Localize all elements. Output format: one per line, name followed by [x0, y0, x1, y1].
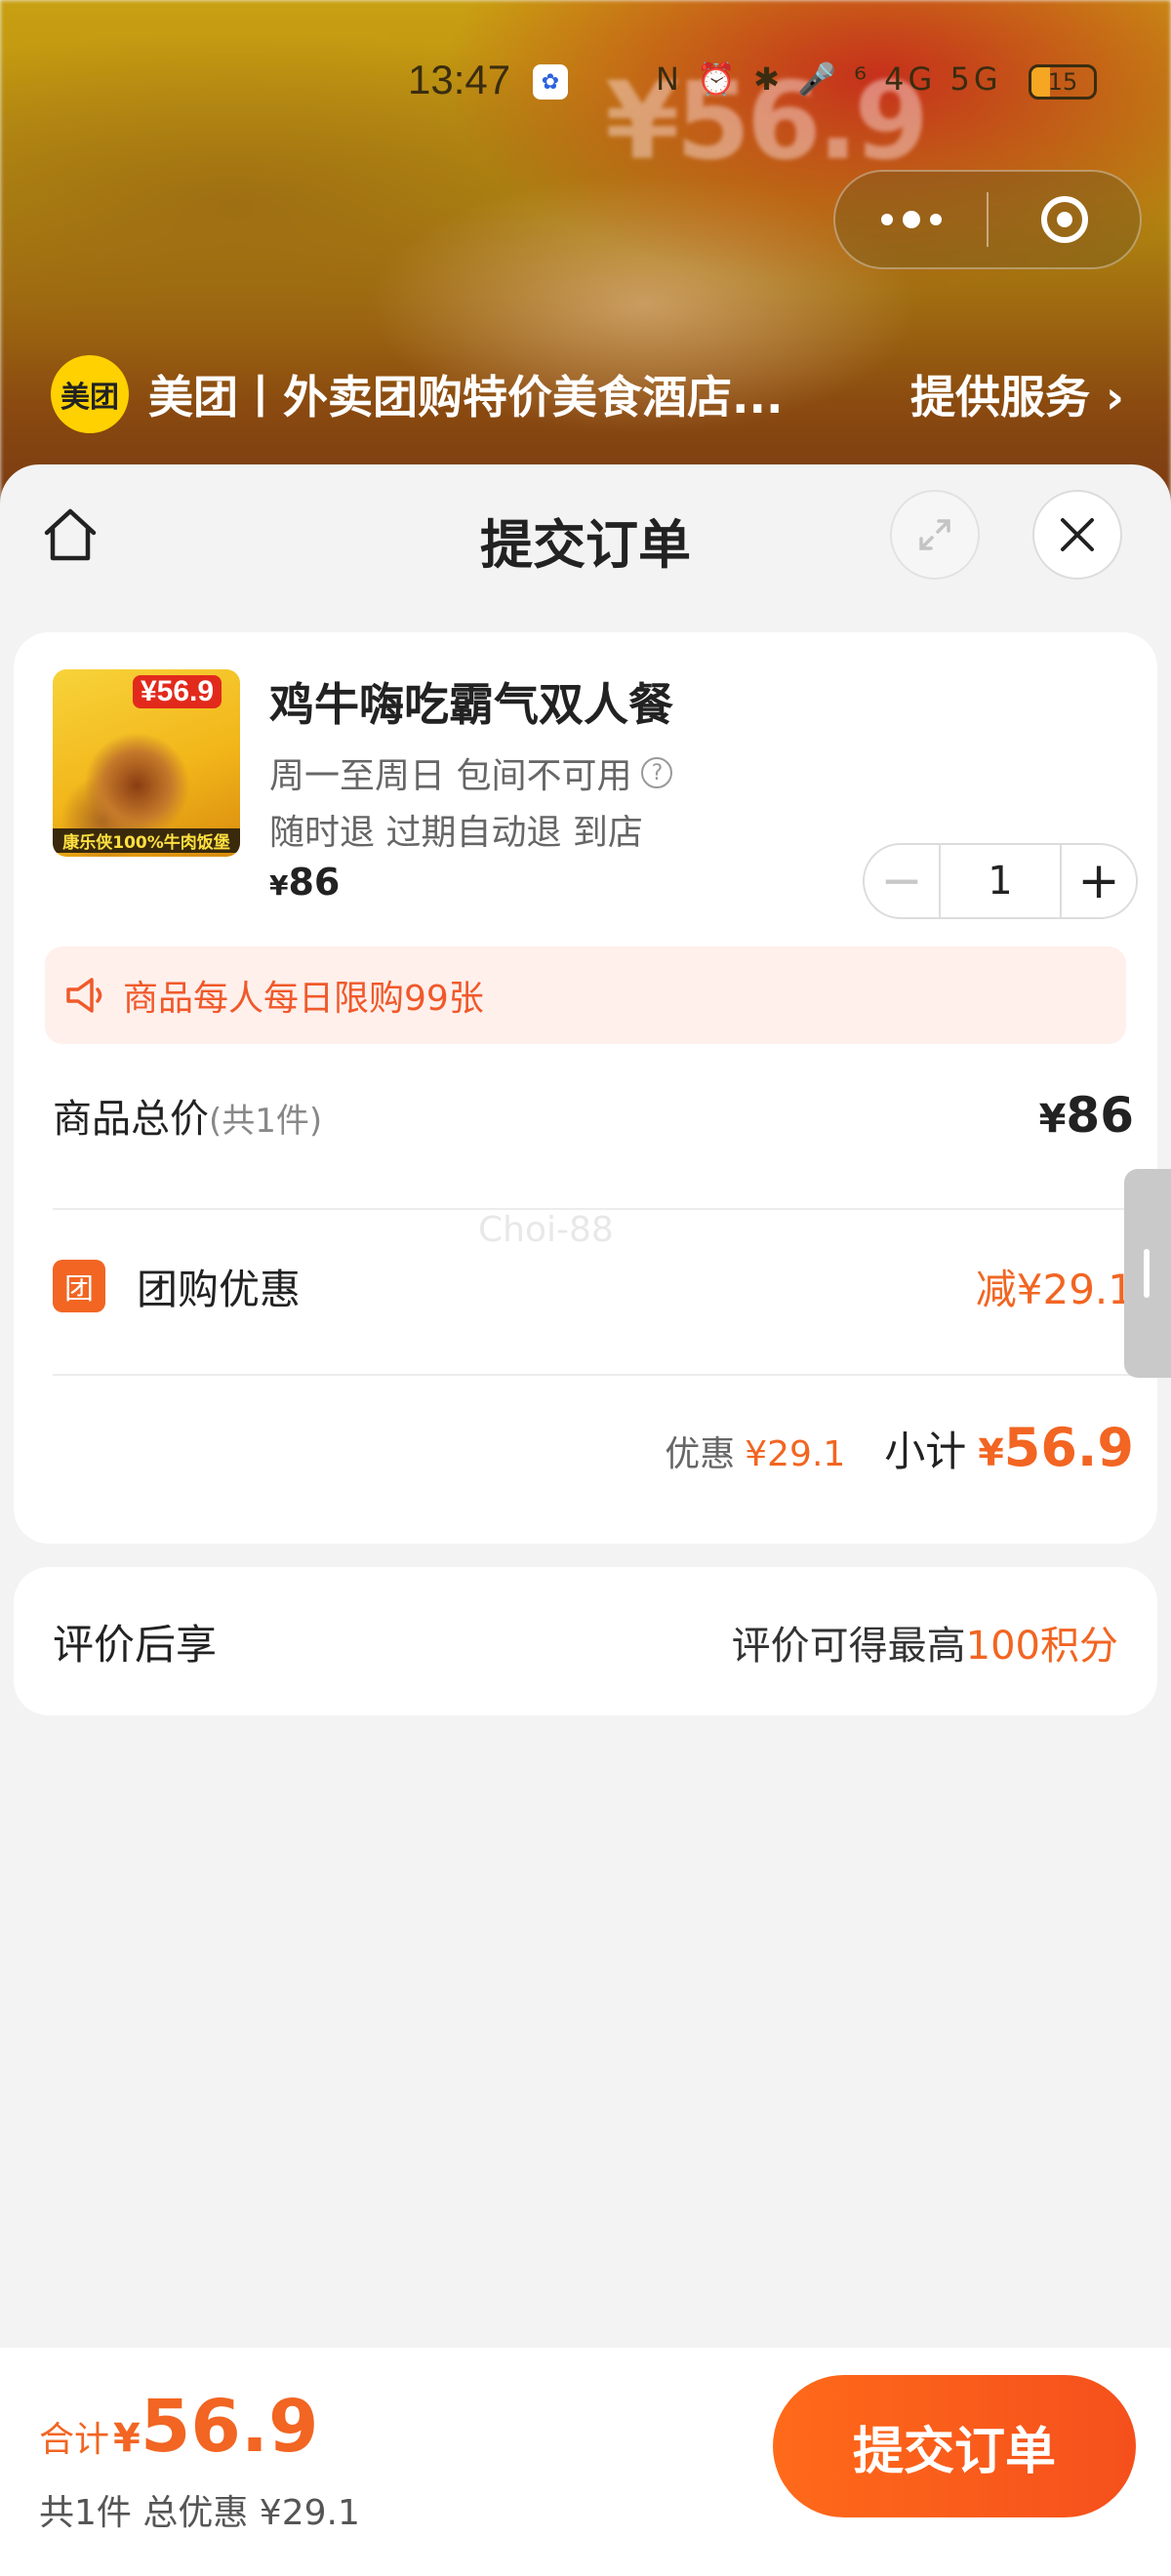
- status-time: 13:47: [408, 57, 511, 102]
- more-button[interactable]: [835, 172, 987, 267]
- currency-symbol: ¥: [978, 1431, 1004, 1474]
- group-deal-icon: 团: [53, 1260, 105, 1312]
- service-link[interactable]: 提供服务 ›: [910, 362, 1124, 426]
- grand-total-label: 合计: [39, 2420, 110, 2460]
- currency-symbol: ¥: [113, 2416, 141, 2461]
- availability-text: 周一至周日 包间不可用: [269, 756, 632, 796]
- goods-total-amount: 86: [1066, 1087, 1134, 1144]
- quantity-value[interactable]: 1: [939, 845, 1062, 917]
- order-card: ¥56.9 康乐侠100%牛肉饭堡 鸡牛嗨吃霸气双人餐 周一至周日 包间不可用 …: [14, 632, 1157, 1544]
- speaker-icon: [66, 978, 102, 1013]
- more-dots-icon: [880, 211, 942, 228]
- total-discount-summary: 共1件 总优惠 ¥29.1: [39, 2493, 360, 2533]
- divider: [53, 1374, 1134, 1376]
- product-image-banner: 康乐侠100%牛肉饭堡: [53, 828, 240, 853]
- goods-total-label: 商品总价: [53, 1097, 209, 1142]
- review-reward-card[interactable]: 评价后享 评价可得最高100积分: [14, 1567, 1157, 1715]
- chevron-right-icon: ›: [1106, 371, 1124, 423]
- discount-value: ¥29.1: [745, 1434, 846, 1474]
- product-price-value: 86: [288, 861, 341, 904]
- watermark: Choi-88: [478, 1210, 614, 1250]
- service-link-label: 提供服务: [910, 371, 1091, 423]
- meituan-logo: 美团: [51, 355, 129, 433]
- review-reward-label: 评价后享: [53, 1621, 218, 1669]
- goods-count: (共1件): [209, 1102, 323, 1141]
- grand-total-amount: 56.9: [140, 2385, 319, 2469]
- order-sheet: 提交订单 ¥56.9 康乐侠100%牛肉饭堡 鸡牛嗨吃霸气双人餐 周一至周日 包…: [0, 464, 1171, 2576]
- expand-button[interactable]: [890, 490, 980, 580]
- mini-program-title: 美团丨外卖团购特价美食酒店...: [148, 371, 784, 423]
- review-reward-prefix: 评价可得最高: [731, 1624, 966, 1669]
- goods-total-value: ¥86: [1039, 1087, 1134, 1144]
- quantity-stepper: − 1 +: [863, 843, 1138, 919]
- expand-icon: [919, 519, 950, 550]
- baidu-app-icon: ✿: [533, 64, 568, 100]
- product-name: 鸡牛嗨吃霸气双人餐: [269, 678, 673, 731]
- currency-symbol: ¥: [1038, 1097, 1067, 1142]
- product-image-price-tag: ¥56.9: [133, 675, 222, 708]
- exit-mini-program-button[interactable]: [989, 172, 1140, 267]
- target-icon: [1040, 196, 1088, 243]
- status-icons: N ⏰ ✱ 🎤 ⁶ 4G 5G: [656, 60, 1002, 98]
- close-button[interactable]: [1032, 490, 1122, 580]
- help-icon[interactable]: ?: [641, 757, 673, 788]
- close-icon: [1061, 518, 1094, 551]
- bottom-bar: 合计 ¥ 56.9 共1件 总优惠 ¥29.1 提交订单: [0, 2348, 1171, 2576]
- review-reward-points: 100积分: [965, 1624, 1118, 1669]
- discount-label: 优惠: [665, 1434, 736, 1474]
- group-deal-row: 团 团购优惠 减¥29.1: [53, 1249, 1134, 1323]
- mini-program-capsule: [833, 170, 1142, 269]
- sheet-header: 提交订单: [0, 464, 1171, 630]
- group-deal-value: 减¥29.1: [975, 1265, 1134, 1313]
- subtotal-value: ¥56.9: [978, 1417, 1134, 1478]
- subtotal-row: 优惠 ¥29.1 小计 ¥56.9: [53, 1417, 1134, 1495]
- page-title: 提交订单: [480, 514, 691, 576]
- review-reward-detail: 评价可得最高100积分: [732, 1614, 1118, 1670]
- refund-policy: 随时退 过期自动退 到店: [269, 813, 643, 853]
- decrease-quantity-button[interactable]: −: [865, 845, 939, 917]
- limit-text: 商品每人每日限购99张: [123, 979, 484, 1019]
- product-availability: 周一至周日 包间不可用 ?: [269, 747, 673, 798]
- currency-symbol: ¥: [269, 869, 289, 902]
- scroll-handle[interactable]: [1124, 1169, 1171, 1378]
- goods-total-row: 商品总价(共1件) ¥86: [53, 1087, 1134, 1165]
- group-deal-label: 团购优惠: [137, 1265, 302, 1313]
- mini-program-brand-row[interactable]: 美团 美团丨外卖团购特价美食酒店... 提供服务 ›: [51, 355, 1124, 433]
- grand-total: 合计 ¥ 56.9: [39, 2385, 318, 2469]
- submit-order-button[interactable]: 提交订单: [773, 2375, 1136, 2517]
- subtotal-label: 小计: [884, 1428, 967, 1475]
- status-bar: 13:47 ✿ N ⏰ ✱ 🎤 ⁶ 4G 5G 15: [0, 57, 1171, 115]
- purchase-limit-notice: 商品每人每日限购99张: [45, 946, 1126, 1044]
- battery-icon: 15: [1029, 64, 1097, 100]
- product-image[interactable]: ¥56.9 康乐侠100%牛肉饭堡: [53, 669, 240, 857]
- subtotal-amount: 56.9: [1003, 1417, 1134, 1478]
- product-price: ¥86: [269, 861, 340, 904]
- increase-quantity-button[interactable]: +: [1062, 845, 1136, 917]
